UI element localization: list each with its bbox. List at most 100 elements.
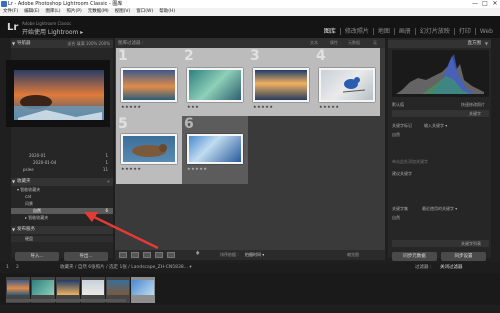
- menu-help[interactable]: 帮助(H): [156, 8, 178, 16]
- filter-dropdown[interactable]: 关闭过滤器: [440, 263, 463, 273]
- photo-thumbnail[interactable]: [187, 68, 243, 102]
- page-2-tab[interactable]: 2: [16, 263, 19, 273]
- keyword-list-header[interactable]: 关键字列表: [392, 240, 489, 247]
- collections-header[interactable]: ▼ 收藏夹 +: [11, 178, 113, 186]
- filmstrip-source-path[interactable]: 收藏夹 / 自然 6张照片 / 选定 1张 / Landscape_ZH-CN5…: [60, 263, 192, 273]
- lightroom-app-icon: [1, 1, 7, 7]
- rating-stars[interactable]: ★★★: [187, 104, 199, 109]
- filter-metadata[interactable]: 元数据: [348, 40, 360, 46]
- keyword-set-dropdown[interactable]: 最近使用的关键字 ▾: [422, 205, 457, 212]
- histogram-chart[interactable]: [392, 50, 489, 97]
- histogram-graph: [396, 54, 484, 94]
- quick-develop-header[interactable]: 快速修改照片: [461, 101, 485, 108]
- photo-thumbnail[interactable]: [187, 134, 243, 164]
- filmstrip-scrollbar[interactable]: [6, 299, 126, 302]
- grid-toolbar: ♦ 排序依据 : 拍摄时间 ▾ 缩览图: [115, 250, 385, 260]
- grid-cell[interactable]: 3 ★★★★★: [248, 48, 314, 116]
- sync-metadata-button[interactable]: 同步元数据: [392, 252, 437, 261]
- filter-attribute[interactable]: 属性: [330, 40, 338, 46]
- keywording-header[interactable]: 关键字: [392, 110, 489, 117]
- menu-edit[interactable]: 编辑(E): [21, 8, 42, 16]
- page-1-tab[interactable]: 1: [6, 263, 9, 273]
- window-title: Lr - Adobe Photoshop Lightroom Classic -…: [8, 1, 123, 7]
- keyword-set-row: 关键字集 最近使用的关键字 ▾: [392, 205, 458, 212]
- folder-item[interactable]: pslee 11: [11, 167, 113, 173]
- filter-text[interactable]: 文本: [310, 40, 318, 46]
- photo-thumbnail[interactable]: [253, 68, 309, 102]
- collapse-triangle-icon: ▼: [12, 41, 16, 46]
- navigator-header[interactable]: ▼ 导航器 适合 填满 100% 200%: [11, 40, 113, 48]
- collection-item-selected[interactable]: 自然 6: [11, 208, 113, 214]
- rating-stars[interactable]: ★★★★★: [121, 104, 141, 109]
- survey-view-icon[interactable]: [155, 252, 163, 258]
- menu-view[interactable]: 视图(V): [112, 8, 134, 16]
- menu-bar: 文件(F) 编辑(E) 图库(L) 照片(P) 元数据(M) 视图(V) 窗口(W) 帮助(H…: [0, 8, 500, 16]
- bird-illustration: [342, 77, 366, 93]
- close-button[interactable]: ✕: [490, 0, 500, 8]
- publish-service-item[interactable]: 硬盘: [11, 236, 113, 242]
- module-library[interactable]: 图库: [319, 28, 341, 35]
- navigator-preview-image: [14, 70, 104, 120]
- lr-logo: Lr: [7, 22, 19, 33]
- menu-photo[interactable]: 照片(P): [64, 8, 85, 16]
- keyword-suggestions-label[interactable]: 建议关键字: [392, 170, 489, 177]
- rating-stars[interactable]: ★★★★★: [319, 104, 339, 109]
- keyword-tags-dropdown[interactable]: 输入关键字 ▾: [424, 122, 447, 129]
- histogram-header[interactable]: 直方图 ▼: [388, 40, 491, 48]
- grid-view-icon[interactable]: [119, 252, 127, 258]
- add-collection-icon[interactable]: +: [107, 178, 110, 186]
- grid-cell[interactable]: 4 ★★★★★: [314, 48, 380, 116]
- collection-item[interactable]: cat: [11, 194, 113, 200]
- people-view-icon[interactable]: [167, 252, 175, 258]
- rating-stars[interactable]: ★★★★★: [253, 104, 273, 109]
- sort-dropdown[interactable]: 拍摄时间 ▾: [245, 252, 264, 258]
- menu-window[interactable]: 窗口(W): [133, 8, 156, 16]
- grid-cell-selected[interactable]: 6 ★★★★★: [182, 116, 248, 184]
- sync-settings-button[interactable]: 同步设置: [441, 252, 486, 261]
- menu-file[interactable]: 文件(F): [0, 8, 21, 16]
- navigator-zoom-options[interactable]: 适合 填满 100% 200%: [67, 40, 110, 48]
- module-slideshow[interactable]: 幻灯片放映: [415, 28, 455, 35]
- filmstrip-thumbnail-selected[interactable]: [131, 277, 155, 303]
- keyword-set-item[interactable]: 自然: [392, 214, 489, 221]
- grid-cell[interactable]: 2 ★★★: [182, 48, 248, 116]
- maximize-button[interactable]: □: [480, 0, 490, 8]
- grid-cell[interactable]: 5 ★★★★★: [116, 116, 182, 184]
- compare-view-icon[interactable]: [143, 252, 151, 258]
- photo-thumbnail[interactable]: [319, 68, 375, 102]
- module-develop[interactable]: 修改照片: [340, 28, 374, 35]
- cell-index: 3: [250, 48, 260, 64]
- thumbnail-size-label: 缩览图: [347, 252, 359, 257]
- photo-thumbnail[interactable]: [121, 134, 177, 164]
- minimize-button[interactable]: —: [470, 0, 480, 8]
- grid-cell[interactable]: 1 ★★★★★: [116, 48, 182, 116]
- collection-item[interactable]: ▸ 智能收藏夹: [11, 215, 113, 221]
- collapse-triangle-icon: ▼: [484, 41, 488, 46]
- module-map[interactable]: 地图: [373, 28, 395, 35]
- collection-item[interactable]: 风景: [11, 201, 113, 207]
- folder-item[interactable]: 2020-01-04 1: [11, 160, 113, 166]
- export-button[interactable]: 导出...: [64, 252, 108, 261]
- brand-name: Adobe Lightroom Classic: [22, 21, 72, 26]
- photo-thumbnail[interactable]: [121, 68, 177, 102]
- navigator-preview[interactable]: [6, 60, 110, 127]
- module-web[interactable]: Web: [476, 28, 497, 35]
- publish-services-header[interactable]: ▼ 发布服务: [11, 226, 113, 234]
- collection-set[interactable]: ▾ 智能收藏夹: [11, 187, 113, 193]
- keyword-value[interactable]: 自然: [392, 131, 489, 138]
- filter-none[interactable]: 无: [373, 40, 377, 46]
- rating-stars[interactable]: ★★★★★: [121, 166, 141, 171]
- module-print[interactable]: 打印: [454, 28, 476, 35]
- add-keyword-hint[interactable]: 单击此处添加关键字: [392, 158, 489, 165]
- spray-can-icon[interactable]: ♦: [195, 250, 200, 257]
- rating-stars[interactable]: ★★★★★: [187, 166, 207, 171]
- folder-item[interactable]: 2020-01 1: [11, 153, 113, 159]
- menu-metadata[interactable]: 元数据(M): [85, 8, 112, 16]
- module-book[interactable]: 画册: [394, 28, 416, 35]
- quick-develop-row[interactable]: 默认值 快速修改照片: [392, 101, 489, 108]
- menu-library[interactable]: 图库(L): [42, 8, 63, 16]
- filmstrip-header: 1 2 收藏夹 / 自然 6张照片 / 选定 1张 / Landscape_ZH…: [0, 263, 500, 273]
- loupe-view-icon[interactable]: [131, 252, 139, 258]
- get-started-link[interactable]: 开始使用 Lightroom ▸: [22, 27, 83, 36]
- import-button[interactable]: 导入...: [15, 252, 59, 261]
